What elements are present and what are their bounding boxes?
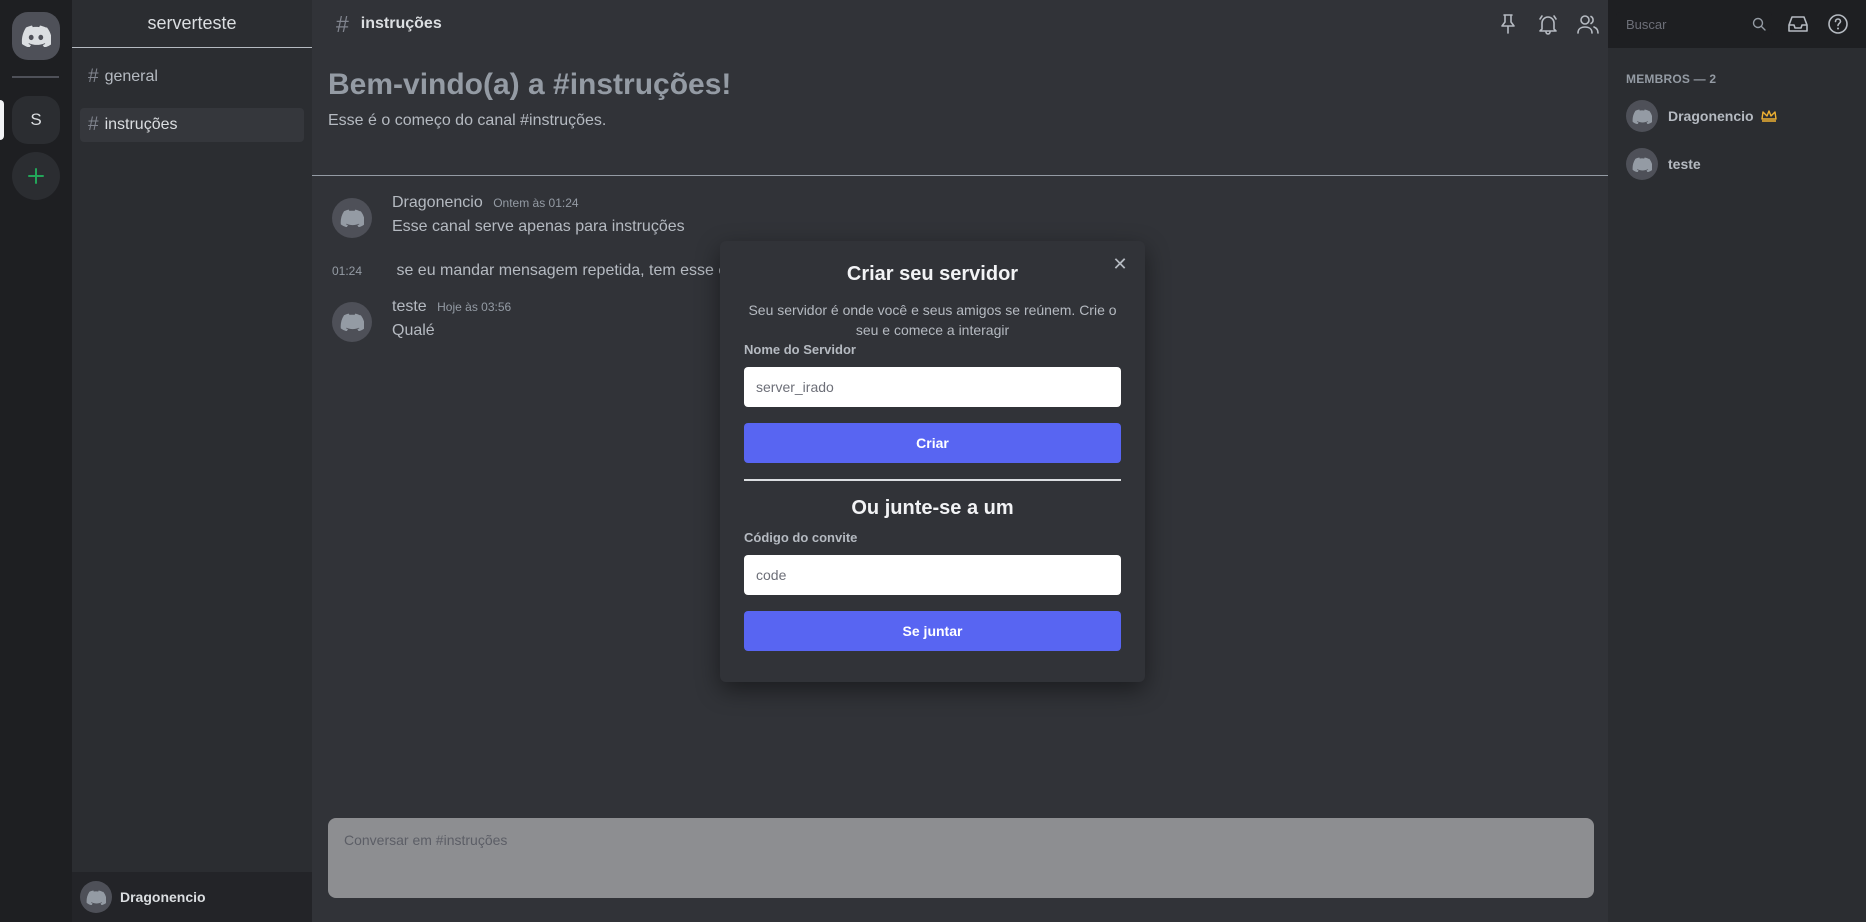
add-server-button[interactable]: [12, 152, 60, 200]
channel-welcome: Bem-vindo(a) a #instruções! Esse é o com…: [328, 68, 731, 130]
welcome-title: Bem-vindo(a) a #instruções!: [328, 68, 732, 101]
toolbar-icons: Buscar: [1496, 0, 1866, 48]
member-item[interactable]: teste: [1626, 148, 1858, 180]
message-timestamp: Ontem às 01:24: [493, 196, 579, 210]
composer-placeholder: Conversar em #instruções: [344, 832, 508, 848]
rail-separator: [12, 76, 59, 78]
message-timestamp: 01:24: [332, 264, 363, 278]
message-text: se eu mandar mensagem repetida, tem esse…: [396, 262, 732, 279]
hash-icon: #: [88, 66, 99, 87]
members-icon[interactable]: [1576, 12, 1600, 36]
invite-code-placeholder: code: [756, 567, 787, 583]
search-placeholder: Buscar: [1626, 16, 1667, 32]
message-composer[interactable]: Conversar em #instruções: [328, 818, 1594, 898]
selected-server-indicator: [0, 100, 4, 140]
notification-bell-icon[interactable]: [1536, 12, 1560, 36]
discord-logo-icon: [86, 890, 106, 905]
message-author[interactable]: Dragonencio: [392, 194, 483, 211]
message-header: Dragonencio Ontem às 01:24: [392, 194, 579, 212]
avatar: [1626, 148, 1658, 180]
server-name-label: Nome do Servidor: [744, 342, 856, 357]
message-author[interactable]: teste: [392, 298, 427, 315]
pin-icon[interactable]: [1496, 12, 1520, 36]
member-name: teste: [1668, 156, 1701, 172]
home-button[interactable]: [12, 12, 60, 60]
server-rail: S: [0, 0, 72, 922]
server-name-placeholder: server_irado: [756, 379, 834, 395]
message-item: teste Hoje às 03:56 Qualé: [332, 298, 511, 342]
avatar[interactable]: [80, 881, 112, 913]
member-name: Dragonencio: [1668, 108, 1754, 124]
welcome-divider: [312, 175, 1608, 176]
toolbar-overlay: Buscar: [312, 0, 1866, 48]
avatar[interactable]: [332, 302, 372, 342]
discord-logo-icon: [21, 25, 51, 47]
channel-label: instruções: [104, 116, 178, 133]
user-panel: Dragonencio: [72, 872, 312, 922]
channel-list: # general # instruções: [72, 48, 312, 168]
message-timestamp: Hoje às 03:56: [437, 300, 512, 314]
plus-icon: [28, 168, 44, 184]
channel-item-general[interactable]: # general: [80, 60, 304, 94]
username: Dragonencio: [120, 889, 206, 905]
hash-icon: #: [88, 114, 99, 135]
discord-logo-icon: [1632, 157, 1652, 172]
invite-code-input[interactable]: code: [744, 555, 1121, 595]
join-server-button[interactable]: Se juntar: [744, 611, 1121, 651]
channel-sidebar: serverteste # general # instruções Drago…: [72, 0, 312, 922]
server-name-input[interactable]: server_irado: [744, 367, 1121, 407]
guild-name: serverteste: [147, 13, 237, 33]
join-button-label: Se juntar: [902, 623, 963, 639]
discord-logo-icon: [1632, 109, 1652, 124]
guild-header[interactable]: serverteste: [72, 0, 312, 48]
discord-logo-icon: [340, 209, 364, 227]
inbox-icon[interactable]: [1786, 12, 1810, 36]
search-input[interactable]: Buscar: [1616, 12, 1772, 36]
message-item: Dragonencio Ontem às 01:24 Esse canal se…: [332, 194, 685, 238]
message-text: Esse canal serve apenas para instruções: [392, 218, 685, 235]
discord-logo-icon: [340, 313, 364, 331]
server-icon-serverteste[interactable]: S: [12, 96, 60, 144]
invite-code-label: Código do convite: [744, 530, 858, 545]
help-icon[interactable]: [1826, 12, 1850, 36]
member-list: MEMBROS — 2 Dragonencio teste: [1608, 48, 1866, 922]
server-initial: S: [30, 110, 42, 129]
message-text: Qualé: [392, 322, 435, 339]
message-header: teste Hoje às 03:56: [392, 298, 511, 316]
create-server-button[interactable]: Criar: [744, 423, 1121, 463]
modal-divider: [744, 479, 1121, 481]
avatar: [1626, 100, 1658, 132]
modal-title: Criar seu servidor: [846, 263, 1019, 285]
discord-app: S serverteste # general # instruções Dra…: [0, 0, 1866, 922]
create-button-label: Criar: [916, 435, 949, 451]
welcome-subtitle: Esse é o começo do canal #instruções.: [328, 112, 607, 129]
channel-item-instrucoes[interactable]: # instruções: [80, 108, 304, 142]
search-icon: [1752, 17, 1766, 31]
crown-icon: [1760, 110, 1777, 122]
modal-description: Seu servidor é onde você e seus amigos s…: [748, 302, 1117, 338]
avatar[interactable]: [332, 198, 372, 238]
create-server-modal: ✕ Criar seu servidor Seu servidor é onde…: [720, 241, 1145, 682]
channel-label: general: [104, 68, 158, 85]
close-icon[interactable]: ✕: [1111, 254, 1129, 274]
join-title: Ou junte-se a um: [851, 497, 1014, 519]
members-header: MEMBROS — 2: [1626, 72, 1717, 86]
message-item-compact: 01:24 se eu mandar mensagem repetida, te…: [332, 262, 732, 280]
member-item[interactable]: Dragonencio: [1626, 100, 1858, 132]
